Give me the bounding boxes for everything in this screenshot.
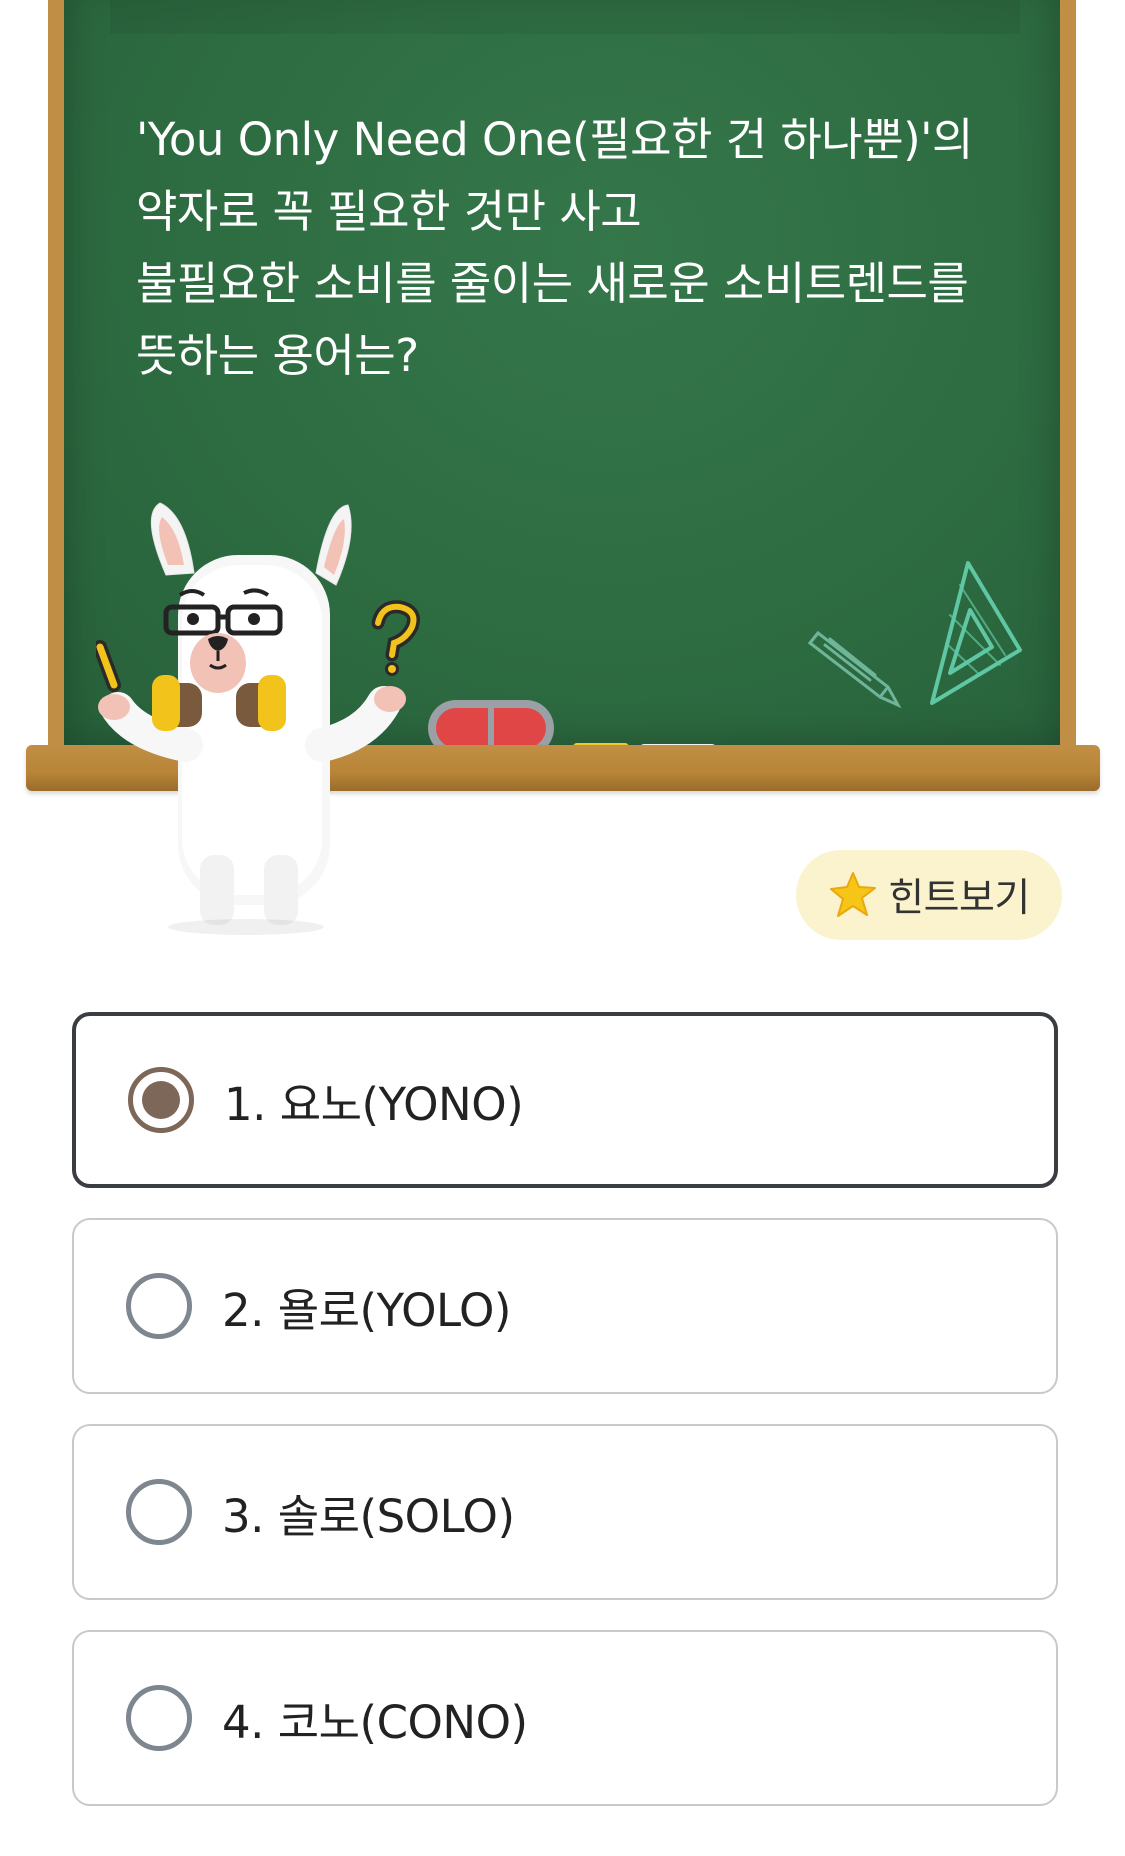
radio-unselected[interactable] bbox=[126, 1273, 192, 1339]
star-icon bbox=[830, 872, 877, 917]
chalkboard-top-shade bbox=[110, 0, 1020, 34]
question-line: 뜻하는 용어는? bbox=[136, 329, 419, 382]
radio-selected[interactable] bbox=[128, 1067, 194, 1133]
question-text: 'You Only Need One(필요한 건 하나뿐)'의 약자로 꼭 필요… bbox=[136, 104, 1016, 392]
question-line: 불필요한 소비를 줄이는 새로운 소비트렌드를 bbox=[136, 257, 969, 310]
option-label: 2. 욜로(YOLO) bbox=[222, 1283, 512, 1337]
radio-unselected[interactable] bbox=[126, 1479, 192, 1545]
llama-mascot bbox=[96, 502, 420, 935]
option-3[interactable]: 3. 솔로(SOLO) bbox=[72, 1424, 1058, 1600]
radio-unselected[interactable] bbox=[126, 1685, 192, 1751]
option-label: 1. 요노(YONO) bbox=[224, 1077, 524, 1131]
option-2[interactable]: 2. 욜로(YOLO) bbox=[72, 1218, 1058, 1394]
question-line: 약자로 꼭 필요한 것만 사고 bbox=[136, 185, 642, 238]
option-4[interactable]: 4. 코노(CONO) bbox=[72, 1630, 1058, 1806]
chalk-pencil-icon bbox=[807, 630, 902, 709]
question-line: 'You Only Need One(필요한 건 하나뿐)'의 bbox=[136, 113, 973, 166]
option-label: 3. 솔로(SOLO) bbox=[222, 1489, 515, 1543]
option-label: 4. 코노(CONO) bbox=[222, 1695, 528, 1749]
option-1[interactable]: 1. 요노(YONO) bbox=[72, 1012, 1058, 1188]
hint-label: 힌트보기 bbox=[888, 876, 1030, 921]
hint-button[interactable]: 힌트보기 bbox=[796, 850, 1062, 940]
question-mark-icon bbox=[371, 600, 420, 676]
chalk-triangle-icon bbox=[930, 561, 1022, 705]
